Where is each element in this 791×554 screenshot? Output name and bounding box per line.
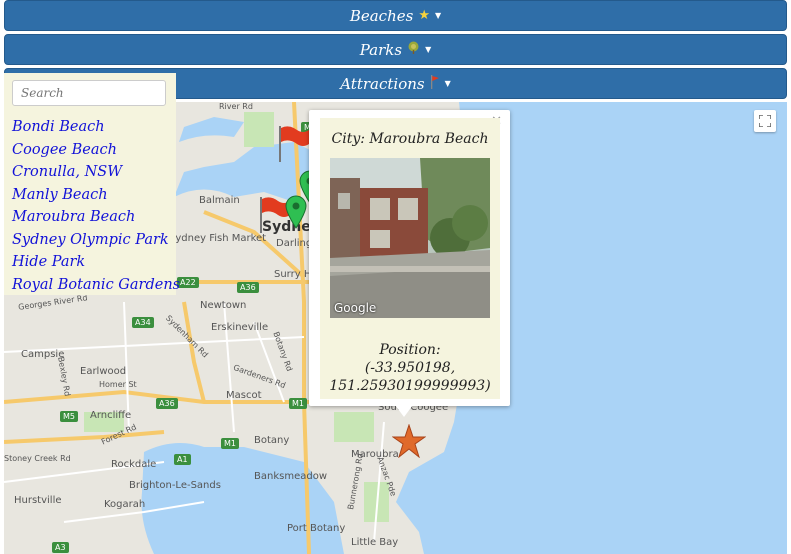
nav-attractions-label: Attractions	[340, 74, 425, 93]
road-shield: A36	[237, 282, 259, 293]
info-position-label: Position:	[379, 342, 441, 358]
map-label: Banksmeadow	[254, 471, 327, 482]
road-shield: M1	[289, 398, 307, 409]
nav-parks-label: Parks	[359, 40, 403, 59]
nav-parks-dropdown[interactable]: Parks ▼	[4, 34, 787, 65]
map-label: Hurstville	[14, 495, 62, 506]
map-label: Mascot	[226, 390, 262, 401]
location-link-sydney-olympic-park[interactable]: Sydney Olympic Park	[12, 229, 169, 252]
map-label: Botany	[254, 435, 290, 446]
map-label: Brighton-Le-Sands	[129, 480, 221, 491]
location-link-bondi-beach[interactable]: Bondi Beach	[12, 116, 168, 139]
nav-beaches-label: Beaches	[349, 6, 414, 25]
chevron-down-icon: ▼	[434, 11, 442, 20]
map-label: Darling	[276, 238, 313, 249]
street-view-photo: Google	[330, 158, 490, 318]
map-label: Homer St	[99, 380, 137, 389]
map-label: Arncliffe	[90, 410, 132, 421]
search-input[interactable]	[12, 80, 166, 106]
nav-beaches-dropdown[interactable]: Beaches ★ ▼	[4, 0, 787, 31]
location-link-royal-botanic-gardens[interactable]: Royal Botanic Gardens	[12, 274, 180, 297]
location-link-coogee-beach[interactable]: Coogee Beach	[12, 139, 168, 162]
fullscreen-button[interactable]	[754, 110, 776, 132]
map-label: Little Bay	[351, 537, 399, 548]
map-label: Sydney Fish Market	[169, 233, 267, 244]
location-link-hide-park[interactable]: Hide Park	[12, 251, 168, 274]
info-window-content: City: Maroubra Beach Google Position: (-…	[320, 118, 500, 399]
map-label: Earlwood	[80, 366, 127, 377]
beach-starfish-marker[interactable]	[392, 424, 426, 458]
attraction-flag-marker[interactable]	[277, 124, 311, 164]
park-pin-marker[interactable]	[285, 195, 307, 229]
location-list: Bondi Beach Coogee Beach Cronulla, NSW M…	[12, 116, 180, 297]
location-link-maroubra-beach[interactable]: Maroubra Beach	[12, 206, 168, 229]
location-sidebar: Bondi Beach Coogee Beach Cronulla, NSW M…	[4, 73, 180, 297]
fullscreen-icon	[759, 115, 771, 127]
map-label: Stoney Creek Rd	[4, 454, 71, 463]
map-label: Port Botany	[287, 523, 346, 534]
info-position-lng: 151.25930199999993)	[329, 378, 491, 394]
map-label: Rockdale	[111, 459, 157, 470]
chevron-down-icon: ▼	[444, 79, 451, 88]
road-shield: A34	[132, 317, 154, 328]
info-window: ✕ City: Maroubra Beach Google	[309, 110, 510, 406]
info-position-lat: (-33.950198,	[364, 360, 456, 376]
info-position: Position: (-33.950198, 151.2593019999999…	[320, 341, 500, 395]
map-label: Newtown	[200, 300, 247, 311]
location-link-cronulla[interactable]: Cronulla, NSW	[12, 161, 168, 184]
road-shield: A22	[177, 277, 199, 288]
info-window-tail	[395, 405, 413, 417]
google-watermark: Google	[334, 301, 377, 315]
map-label: River Rd	[219, 102, 253, 111]
info-city-title: City: Maroubra Beach	[331, 131, 489, 147]
road-shield: A36	[156, 398, 178, 409]
chevron-down-icon: ▼	[425, 45, 432, 54]
flag-icon	[430, 74, 440, 93]
tree-icon	[407, 41, 420, 58]
road-shield: A1	[174, 454, 191, 465]
road-shield: A3	[52, 542, 69, 553]
star-icon: ★	[418, 8, 430, 23]
road-shield: M1	[221, 438, 239, 449]
location-link-manly-beach[interactable]: Manly Beach	[12, 184, 168, 207]
map-label: Balmain	[199, 195, 240, 206]
map-label: Erskineville	[211, 322, 269, 333]
road-shield: M5	[60, 411, 78, 422]
map-label: Kogarah	[104, 499, 146, 510]
